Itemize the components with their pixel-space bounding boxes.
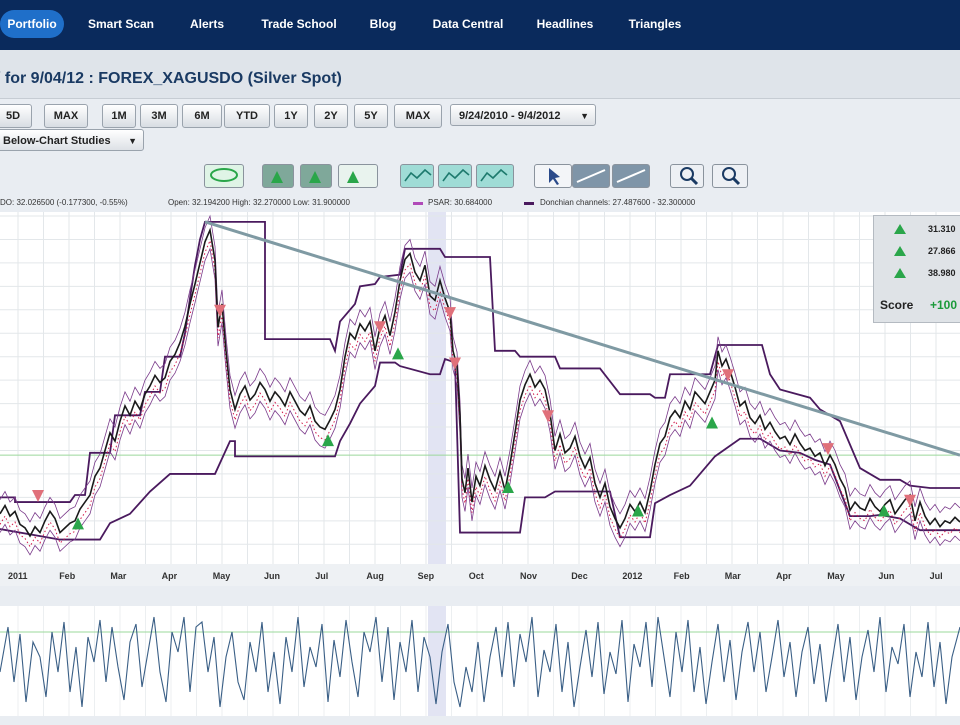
line-chart-icon[interactable] (400, 164, 434, 188)
range-button-1y[interactable]: 1Y (274, 104, 308, 128)
nav-item-alerts[interactable]: Alerts (176, 10, 238, 38)
nav-item-blog[interactable]: Blog (360, 10, 406, 38)
month-label: Mar (725, 571, 742, 581)
score-row-value: 38.980 (928, 268, 956, 278)
score-value: +100 (930, 298, 958, 312)
score-row-value: 27.866 (928, 246, 956, 256)
range-button-max[interactable]: MAX (44, 104, 88, 128)
triangle-up-icon (894, 246, 906, 256)
legend-donchian-swatch (524, 202, 534, 205)
price-panel-bg (0, 212, 960, 564)
chevron-down-icon: ▼ (128, 136, 137, 146)
legend-psar-swatch (413, 202, 423, 205)
top-nav-bar: Portfolio Smart Scan Alerts Trade School Blo… (0, 0, 960, 50)
range-button-2y[interactable]: 2Y (314, 104, 348, 128)
chevron-down-icon: ▼ (580, 111, 589, 121)
month-label: Oct (469, 571, 484, 581)
nav-item-smart-scan[interactable]: Smart Scan (76, 10, 166, 38)
nav-item-data-central[interactable]: Data Central (416, 10, 520, 38)
month-label: Jul (315, 571, 328, 581)
trendline-icon[interactable] (572, 164, 610, 188)
score-row: 31.310 (874, 220, 960, 242)
pattern-tool-2-icon[interactable] (300, 164, 332, 188)
legend-price: DO: 32.026500 (-0.177300, -0.55%) (0, 198, 128, 207)
month-label: 2011 (8, 571, 28, 581)
month-label: Apr (162, 571, 178, 581)
zoom-in-icon[interactable] (670, 164, 704, 188)
candle-chart-icon[interactable] (476, 164, 514, 188)
range-button-5y[interactable]: 5Y (354, 104, 388, 128)
score-row-value: 31.310 (928, 224, 956, 234)
month-label: Feb (674, 571, 691, 581)
pattern-tool-3-icon[interactable] (338, 164, 378, 188)
page-title: / for 9/04/12 : FOREX_XAGUSDO (Silver Sp… (0, 70, 342, 87)
price-chart[interactable]: 2011 Feb Mar Apr May Jun Jul Aug Sep Oct Nov Dec 201… (0, 212, 960, 720)
bar-chart-icon[interactable] (438, 164, 472, 188)
month-label: 2012 (622, 571, 642, 581)
month-label: Mar (110, 571, 127, 581)
pattern-tool-1-icon[interactable] (262, 164, 294, 188)
score-row: 27.866 (874, 242, 960, 264)
zoom-out-icon[interactable] (712, 164, 748, 188)
month-label: Sep (418, 571, 435, 581)
month-label: May (827, 571, 845, 581)
panel-gap (0, 586, 960, 606)
nav-item-portfolio[interactable]: Portfolio (0, 10, 64, 38)
month-label: Feb (59, 571, 76, 581)
month-label: Jun (878, 571, 894, 581)
pointer-icon[interactable] (534, 164, 572, 188)
month-label: Nov (520, 571, 537, 581)
studies-value: Below-Chart Studies (3, 135, 111, 147)
month-label: Aug (366, 571, 384, 581)
legend-ohlc: Open: 32.194200 High: 32.270000 Low: 31.… (168, 198, 350, 207)
range-button-6m[interactable]: 6M (182, 104, 222, 128)
date-range-value: 9/24/2010 - 9/4/2012 (459, 110, 561, 122)
range-button-3m[interactable]: 3M (140, 104, 178, 128)
month-label: Dec (571, 571, 588, 581)
triangle-up-icon (894, 224, 906, 234)
highlight-band (428, 212, 446, 564)
date-range-select[interactable]: 9/24/2010 - 9/4/2012 ▼ (450, 104, 596, 126)
chat-bubble-tool-icon[interactable] (204, 164, 244, 188)
month-label: Jul (930, 571, 943, 581)
range-button-5d[interactable]: 5D (0, 104, 32, 128)
chart-area[interactable]: 2011 Feb Mar Apr May Jun Jul Aug Sep Oct Nov Dec 201… (0, 212, 960, 720)
triangle-up-icon (894, 268, 906, 278)
legend-donchian: Donchian channels: 27.487600 - 32.300000 (540, 198, 696, 207)
nav-item-triangles[interactable]: Triangles (614, 10, 696, 38)
range-button-max[interactable]: MAX (394, 104, 442, 128)
nav-item-trade-school[interactable]: Trade School (246, 10, 352, 38)
studies-select[interactable]: Below-Chart Studies ▼ (0, 129, 144, 151)
range-button-1m[interactable]: 1M (102, 104, 136, 128)
score-panel: 31.310 27.866 38.980 Score +100 (873, 215, 960, 323)
nav-item-headlines[interactable]: Headlines (528, 10, 602, 38)
erase-icon[interactable] (612, 164, 650, 188)
chart-legend: DO: 32.026500 (-0.177300, -0.55%) Open: … (0, 197, 960, 211)
month-label: Apr (776, 571, 792, 581)
month-label: May (213, 571, 231, 581)
month-label: Jun (264, 571, 280, 581)
score-row: 38.980 (874, 264, 960, 286)
score-label: Score (880, 298, 914, 312)
legend-psar: PSAR: 30.684000 (428, 198, 493, 207)
range-button-ytd[interactable]: YTD (224, 104, 270, 128)
